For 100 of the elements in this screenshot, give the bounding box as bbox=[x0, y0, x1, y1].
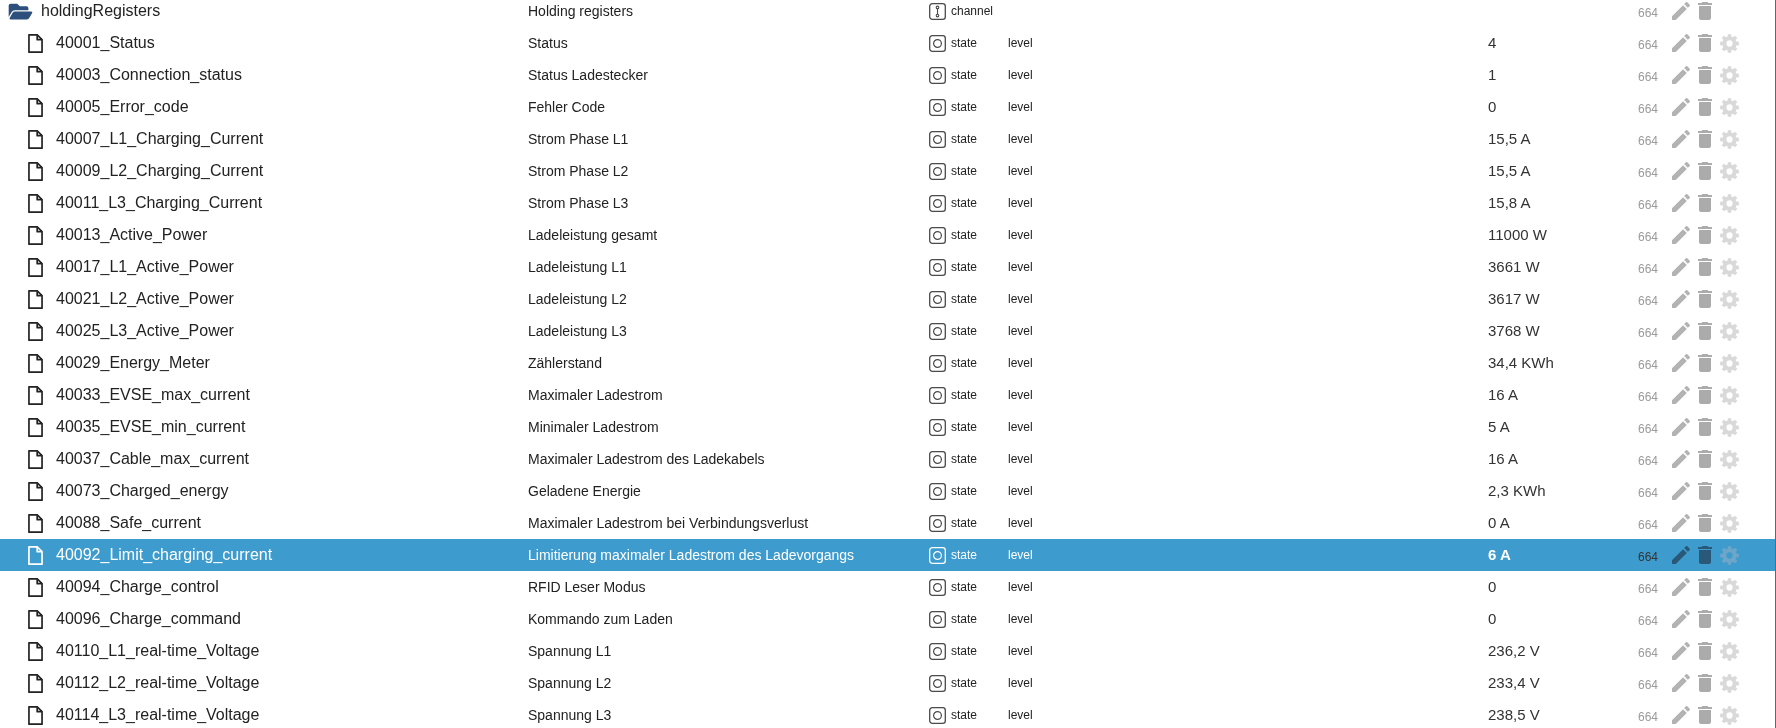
object-name: 40029_Energy_Meter bbox=[56, 353, 210, 373]
pencil-icon[interactable] bbox=[1672, 578, 1690, 596]
object-role: level bbox=[1008, 35, 1033, 52]
object-role: level bbox=[1008, 67, 1033, 84]
object-name: 40011_L3_Charging_Current bbox=[56, 193, 263, 213]
access-rights: 664 bbox=[1638, 708, 1660, 726]
pencil-icon[interactable] bbox=[1672, 162, 1690, 180]
gear-icon[interactable] bbox=[1720, 161, 1739, 181]
pencil-icon[interactable] bbox=[1672, 258, 1690, 276]
object-name: 40033_EVSE_max_current bbox=[56, 385, 250, 405]
trash-icon[interactable] bbox=[1698, 610, 1712, 628]
trash-icon[interactable] bbox=[1698, 2, 1712, 20]
gear-icon[interactable] bbox=[1720, 385, 1739, 405]
pencil-icon[interactable] bbox=[1672, 290, 1690, 308]
object-description: Spannung L1 bbox=[528, 641, 612, 661]
gear-icon[interactable] bbox=[1720, 481, 1739, 501]
file-icon bbox=[28, 225, 43, 245]
trash-icon[interactable] bbox=[1698, 66, 1712, 84]
pencil-icon[interactable] bbox=[1672, 418, 1690, 436]
pencil-icon[interactable] bbox=[1672, 514, 1690, 532]
trash-icon[interactable] bbox=[1698, 194, 1712, 212]
tree-row[interactable]: 40092_Limit_charging_current Limitierung maximaler Ladestrom des Ladevorgangs state level 6 A 664 bbox=[0, 539, 1775, 571]
gear-icon[interactable] bbox=[1720, 257, 1739, 277]
object-value: 0 bbox=[1488, 576, 1497, 597]
gear-icon[interactable] bbox=[1720, 417, 1739, 437]
object-description: RFID Leser Modus bbox=[528, 577, 646, 597]
trash-icon[interactable] bbox=[1698, 546, 1712, 564]
pencil-icon[interactable] bbox=[1672, 706, 1690, 724]
object-value: 4 bbox=[1488, 32, 1497, 53]
trash-icon[interactable] bbox=[1698, 98, 1712, 116]
pencil-icon[interactable] bbox=[1672, 130, 1690, 148]
pencil-icon[interactable] bbox=[1672, 2, 1690, 20]
trash-icon[interactable] bbox=[1698, 418, 1712, 436]
object-role: level bbox=[1008, 227, 1033, 244]
pencil-icon[interactable] bbox=[1672, 354, 1690, 372]
ring-in-square-icon bbox=[929, 66, 946, 84]
trash-icon[interactable] bbox=[1698, 258, 1712, 276]
object-value: 15,8 A bbox=[1488, 192, 1531, 213]
access-rights: 664 bbox=[1638, 516, 1660, 534]
trash-icon[interactable] bbox=[1698, 450, 1712, 468]
trash-icon[interactable] bbox=[1698, 578, 1712, 596]
ring-in-square-icon bbox=[929, 514, 946, 532]
gear-icon[interactable] bbox=[1720, 449, 1739, 469]
object-type: state bbox=[951, 419, 977, 436]
trash-icon[interactable] bbox=[1698, 290, 1712, 308]
pencil-icon[interactable] bbox=[1672, 482, 1690, 500]
trash-icon[interactable] bbox=[1698, 354, 1712, 372]
gear-icon[interactable] bbox=[1720, 705, 1739, 725]
pencil-icon[interactable] bbox=[1672, 226, 1690, 244]
object-role: level bbox=[1008, 195, 1033, 212]
gear-icon[interactable] bbox=[1720, 641, 1739, 661]
gear-icon[interactable] bbox=[1720, 97, 1739, 117]
object-role: level bbox=[1008, 419, 1033, 436]
gear-icon[interactable] bbox=[1720, 545, 1739, 565]
trash-icon[interactable] bbox=[1698, 130, 1712, 148]
trash-icon[interactable] bbox=[1698, 482, 1712, 500]
pencil-icon[interactable] bbox=[1672, 450, 1690, 468]
gear-icon[interactable] bbox=[1720, 65, 1739, 85]
pencil-icon[interactable] bbox=[1672, 674, 1690, 692]
object-name: 40092_Limit_charging_current bbox=[56, 545, 273, 565]
file-icon bbox=[28, 513, 43, 533]
object-value: 5 A bbox=[1488, 416, 1510, 437]
pencil-icon[interactable] bbox=[1672, 66, 1690, 84]
object-role: level bbox=[1008, 163, 1033, 180]
gear-icon[interactable] bbox=[1720, 129, 1739, 149]
gear-icon[interactable] bbox=[1720, 673, 1739, 693]
trash-icon[interactable] bbox=[1698, 162, 1712, 180]
trash-icon[interactable] bbox=[1698, 386, 1712, 404]
pencil-icon[interactable] bbox=[1672, 610, 1690, 628]
trash-icon[interactable] bbox=[1698, 674, 1712, 692]
gear-icon[interactable] bbox=[1720, 33, 1739, 53]
pencil-icon[interactable] bbox=[1672, 194, 1690, 212]
gear-icon[interactable] bbox=[1720, 225, 1739, 245]
gear-icon[interactable] bbox=[1720, 577, 1739, 597]
gear-icon[interactable] bbox=[1720, 289, 1739, 309]
object-name: 40013_Active_Power bbox=[56, 225, 208, 245]
pencil-icon[interactable] bbox=[1672, 546, 1690, 564]
trash-icon[interactable] bbox=[1698, 514, 1712, 532]
pencil-icon[interactable] bbox=[1672, 642, 1690, 660]
object-description: Zählerstand bbox=[528, 353, 602, 373]
access-rights: 664 bbox=[1638, 484, 1660, 502]
gear-icon[interactable] bbox=[1720, 609, 1739, 629]
object-type: state bbox=[951, 291, 977, 308]
trash-icon[interactable] bbox=[1698, 706, 1712, 724]
object-role: level bbox=[1008, 483, 1033, 500]
trash-icon[interactable] bbox=[1698, 34, 1712, 52]
gear-icon[interactable] bbox=[1720, 513, 1739, 533]
gear-icon[interactable] bbox=[1720, 193, 1739, 213]
access-rights: 664 bbox=[1638, 68, 1660, 86]
file-icon bbox=[28, 353, 43, 373]
pencil-icon[interactable] bbox=[1672, 322, 1690, 340]
object-description: Kommando zum Laden bbox=[528, 609, 673, 629]
pencil-icon[interactable] bbox=[1672, 98, 1690, 116]
gear-icon[interactable] bbox=[1720, 321, 1739, 341]
trash-icon[interactable] bbox=[1698, 642, 1712, 660]
trash-icon[interactable] bbox=[1698, 226, 1712, 244]
trash-icon[interactable] bbox=[1698, 322, 1712, 340]
gear-icon[interactable] bbox=[1720, 353, 1739, 373]
pencil-icon[interactable] bbox=[1672, 386, 1690, 404]
pencil-icon[interactable] bbox=[1672, 34, 1690, 52]
